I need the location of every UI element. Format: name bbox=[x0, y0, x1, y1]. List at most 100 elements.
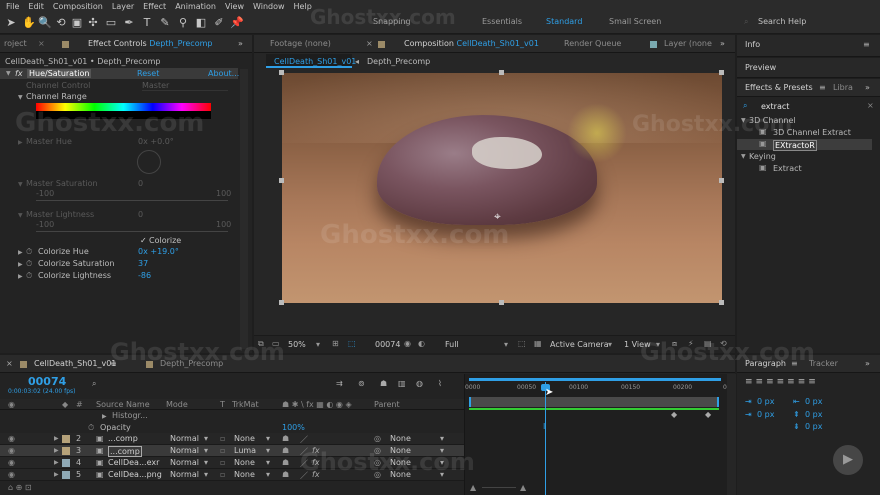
master-lightness-slider[interactable] bbox=[36, 231, 228, 232]
tab-layer[interactable]: Layer (none bbox=[664, 39, 712, 48]
tab-project[interactable]: roject bbox=[4, 39, 27, 48]
chevron-down-icon[interactable]: ▾ bbox=[266, 458, 270, 467]
layer-parent-dropdown[interactable]: None bbox=[390, 458, 411, 467]
layer-parent-dropdown[interactable]: None bbox=[390, 446, 411, 455]
comp-mini-flowchart-icon[interactable]: ⇉ bbox=[336, 379, 343, 388]
tab-effect-controls[interactable]: Effect Controls Depth_Precomp bbox=[88, 39, 212, 48]
colorize-saturation-value[interactable]: 37 bbox=[138, 259, 148, 268]
indent-left-value[interactable]: 0 px bbox=[757, 397, 774, 406]
layer-mode-dropdown[interactable]: Normal bbox=[170, 446, 199, 455]
panel-menu-icon[interactable]: ≡ bbox=[791, 359, 798, 368]
quality-switch-icon[interactable]: ／ bbox=[300, 446, 308, 457]
region-of-interest-icon[interactable]: ⬚ bbox=[518, 339, 526, 348]
view-layout-dropdown[interactable]: 1 View bbox=[624, 340, 651, 349]
chevron-down-icon[interactable]: ▾ bbox=[204, 458, 208, 467]
fx-switch-icon[interactable]: fx bbox=[312, 446, 320, 455]
pan-behind-tool-icon[interactable]: ✣ bbox=[86, 16, 100, 30]
colorize-checkbox[interactable]: ✓ bbox=[140, 236, 147, 245]
layer-parent-dropdown[interactable]: None bbox=[390, 470, 411, 479]
tree-item[interactable]: ▣ EXtractoR bbox=[737, 139, 872, 151]
fx-icon[interactable]: fx bbox=[15, 69, 23, 78]
layer-trkmat-dropdown[interactable]: None bbox=[234, 470, 255, 479]
graph-editor-icon[interactable]: ⌇ bbox=[438, 379, 442, 388]
tab-main-comp[interactable]: CellDeath_Sh01_v01 bbox=[34, 359, 116, 368]
tree-item[interactable]: ▣ 3D Channel Extract bbox=[737, 127, 872, 138]
layer-label-color[interactable] bbox=[62, 471, 70, 479]
parent-pickwhip-icon[interactable]: ◎ bbox=[374, 458, 381, 467]
chevron-down-icon[interactable]: ▾ bbox=[504, 340, 508, 349]
panel-expand-icon[interactable]: » bbox=[865, 83, 870, 92]
timeline-timecode[interactable]: 00074 bbox=[28, 375, 66, 388]
menu-item-view[interactable]: View bbox=[225, 2, 244, 11]
transparency-grid-icon[interactable]: ▦ bbox=[534, 339, 542, 348]
rotate-tool-icon[interactable]: ⟲ bbox=[54, 16, 68, 30]
transform-handle[interactable] bbox=[499, 300, 504, 305]
parent-pickwhip-icon[interactable]: ◎ bbox=[374, 434, 381, 443]
chevron-down-icon[interactable]: ▾ bbox=[204, 470, 208, 479]
timeline-scrollbar[interactable] bbox=[727, 374, 736, 495]
layer-expand-icon[interactable]: ▶ bbox=[54, 447, 59, 454]
workspace-standard[interactable]: Standard bbox=[546, 17, 582, 26]
panel-menu-icon[interactable]: ≡ bbox=[863, 40, 870, 49]
menu-item-effect[interactable]: Effect bbox=[143, 2, 166, 11]
motion-blur-icon[interactable]: ◍ bbox=[416, 379, 423, 388]
channel-range-expand-icon[interactable]: ▼ bbox=[18, 94, 23, 101]
align-buttons[interactable]: ≡≡≡≡≡≡≡ bbox=[745, 377, 819, 387]
colorize-lightness-value[interactable]: -86 bbox=[138, 271, 151, 280]
layer-parent-dropdown[interactable]: None bbox=[390, 434, 411, 443]
colorize-hue-value[interactable]: 0x +19.0° bbox=[138, 247, 179, 256]
brush-tool-icon[interactable]: ✎ bbox=[158, 16, 172, 30]
chevron-down-icon[interactable]: ▾ bbox=[204, 446, 208, 455]
layer-mode-dropdown[interactable]: Normal bbox=[170, 470, 199, 479]
grid-icon[interactable]: ⊞ bbox=[332, 339, 339, 348]
indent-right-value[interactable]: 0 px bbox=[805, 397, 822, 406]
chevron-down-icon[interactable]: ▾ bbox=[440, 446, 444, 455]
preserve-transparency-checkbox[interactable]: ▫ bbox=[220, 470, 225, 479]
always-preview-icon[interactable]: ⧉ bbox=[258, 339, 264, 349]
master-saturation-slider[interactable] bbox=[36, 200, 228, 201]
layer-mode-dropdown[interactable]: Normal bbox=[170, 434, 199, 443]
eye-icon[interactable]: ◉ bbox=[8, 434, 15, 443]
layer-name[interactable]: ...comp bbox=[108, 434, 138, 443]
preserve-transparency-checkbox[interactable]: ▫ bbox=[220, 458, 225, 467]
chevron-down-icon[interactable]: ▾ bbox=[266, 434, 270, 443]
stopwatch-icon[interactable]: ⏱ bbox=[88, 423, 94, 433]
channel-icon[interactable]: ◐ bbox=[418, 339, 425, 348]
layer-trkmat-dropdown[interactable]: None bbox=[234, 458, 255, 467]
eraser-tool-icon[interactable]: ◧ bbox=[194, 16, 208, 30]
preserve-transparency-checkbox[interactable]: ▫ bbox=[220, 434, 225, 443]
close-icon[interactable]: × bbox=[6, 359, 13, 368]
master-hue-expand-icon[interactable]: ▶ bbox=[18, 139, 23, 146]
stopwatch-icon[interactable]: ⏱ bbox=[26, 247, 32, 257]
colorize-hue-expand-icon[interactable]: ▶ bbox=[18, 249, 23, 256]
layer-trkmat-dropdown[interactable]: Luma bbox=[234, 446, 256, 455]
menu-item-window[interactable]: Window bbox=[253, 2, 285, 11]
shy-switch-icon[interactable]: ☗ bbox=[282, 446, 289, 455]
space-before-value[interactable]: 0 px bbox=[805, 410, 822, 419]
fast-previews-icon[interactable]: ⚡ bbox=[688, 339, 694, 348]
toggle-switches-icon[interactable]: ⌂ ⊕ ⊡ bbox=[8, 483, 32, 492]
tree-item[interactable]: ▣ Extract bbox=[737, 163, 872, 174]
transform-handle[interactable] bbox=[279, 178, 284, 183]
eye-icon[interactable]: ◉ bbox=[8, 470, 15, 479]
layer-name[interactable]: ...comp bbox=[108, 446, 142, 457]
column-source-name[interactable]: Source Name bbox=[96, 400, 150, 409]
panel-expand-icon[interactable]: » bbox=[720, 39, 725, 48]
chevron-down-icon[interactable]: ▾ bbox=[440, 434, 444, 443]
layer-label-color[interactable] bbox=[62, 435, 70, 443]
chevron-down-icon[interactable]: ▾ bbox=[266, 446, 270, 455]
effects-search-input[interactable]: extract bbox=[761, 102, 789, 111]
keyframe-icon[interactable]: ◆ bbox=[705, 410, 711, 419]
tab-tracker[interactable]: Tracker bbox=[809, 359, 838, 368]
stopwatch-icon[interactable]: ⏱ bbox=[26, 271, 32, 281]
camera-tool-icon[interactable]: ▣ bbox=[70, 16, 84, 30]
about-button[interactable]: About... bbox=[208, 69, 239, 78]
layer-label-color[interactable] bbox=[62, 459, 70, 467]
eye-icon[interactable]: ◉ bbox=[8, 446, 15, 455]
quality-switch-icon[interactable]: ／ bbox=[300, 434, 308, 445]
quality-switch-icon[interactable]: ／ bbox=[300, 458, 308, 469]
zoom-out-icon[interactable]: ▲ bbox=[470, 483, 476, 492]
playhead-line[interactable] bbox=[545, 382, 546, 495]
parent-pickwhip-icon[interactable]: ◎ bbox=[374, 446, 381, 455]
space-after-value[interactable]: 0 px bbox=[805, 422, 822, 431]
